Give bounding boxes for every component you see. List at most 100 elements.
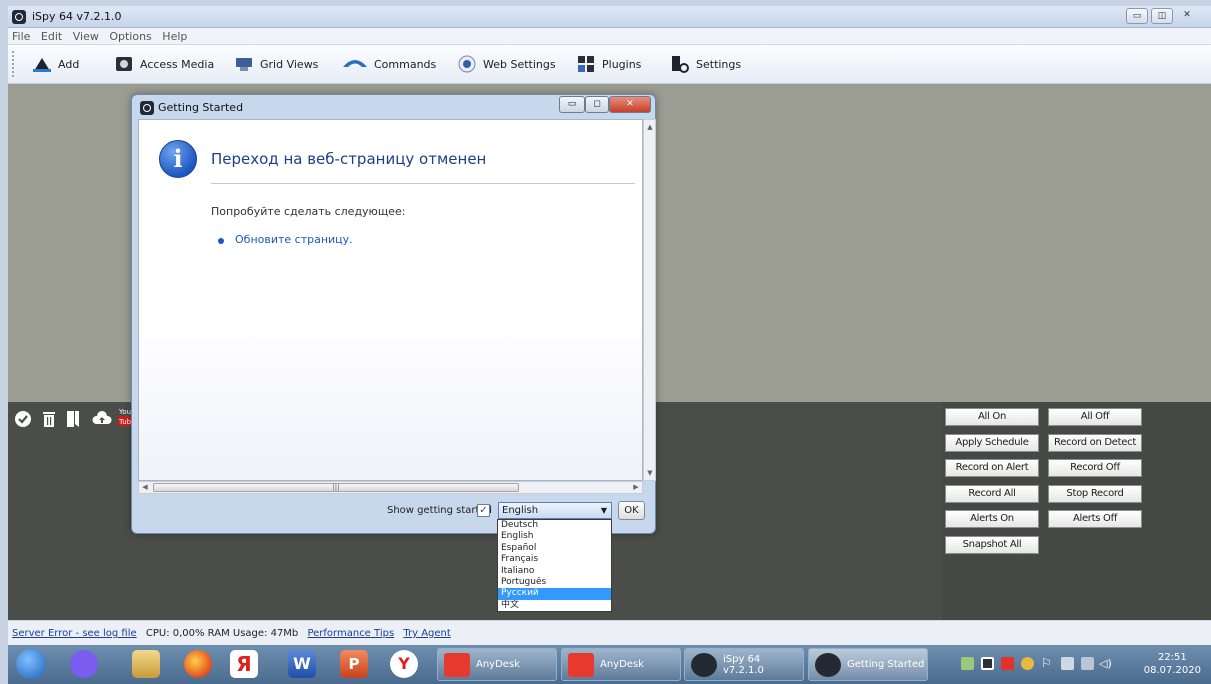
- language-option[interactable]: Français: [498, 554, 611, 565]
- language-option[interactable]: English: [498, 531, 611, 542]
- ispy-dialog-icon: [140, 101, 154, 115]
- toolbar-grid-views-button[interactable]: Grid Views: [234, 53, 318, 75]
- server-error-link[interactable]: Server Error - see log file: [12, 628, 137, 639]
- scroll-up-arrow-icon[interactable]: ▲: [646, 123, 654, 131]
- info-icon: i: [159, 140, 197, 178]
- language-option[interactable]: Español: [498, 543, 611, 554]
- anydesk-icon: [568, 652, 594, 677]
- web-settings-icon: [458, 55, 476, 73]
- language-option[interactable]: Deutsch: [498, 520, 611, 531]
- bookmark-icon[interactable]: [64, 410, 82, 428]
- start-button[interactable]: [16, 649, 46, 679]
- flag-tray-icon[interactable]: ⚐: [1041, 657, 1054, 670]
- toolbar-settings-button[interactable]: Settings: [670, 53, 741, 75]
- menu-view[interactable]: View: [73, 28, 99, 45]
- taskbar-getting-started[interactable]: Getting Started: [808, 648, 928, 681]
- language-option[interactable]: 中文: [498, 600, 611, 611]
- system-tray: ⚐ ◁) 22:51 08.07.2020: [953, 645, 1211, 684]
- yandex-icon[interactable]: Y: [390, 650, 418, 678]
- menu-file[interactable]: File: [12, 28, 30, 45]
- apply-schedule-button[interactable]: Apply Schedule: [945, 434, 1039, 452]
- file-explorer-icon[interactable]: [132, 650, 160, 678]
- all-off-button[interactable]: All Off: [1048, 408, 1142, 426]
- heading-divider: [211, 183, 635, 184]
- try-agent-link[interactable]: Try Agent: [403, 628, 450, 639]
- display-tray-icon[interactable]: [1081, 657, 1094, 670]
- taskbar-anydesk-1[interactable]: AnyDesk: [437, 648, 557, 681]
- volume-tray-icon[interactable]: ◁): [1099, 657, 1112, 670]
- scroll-left-arrow-icon[interactable]: ◀: [140, 483, 150, 492]
- word-icon[interactable]: W: [288, 650, 316, 678]
- toolbar-plugins-button[interactable]: Plugins: [576, 53, 641, 75]
- taskbar-anydesk-1-label: AnyDesk: [476, 659, 520, 670]
- minimize-button[interactable]: ▭: [1126, 8, 1148, 24]
- taskbar-getting-started-label: Getting Started: [847, 659, 925, 670]
- trash-icon[interactable]: [40, 410, 58, 428]
- plugins-icon: [578, 56, 594, 72]
- language-select[interactable]: English ▼: [498, 502, 612, 519]
- clock-date: 08.07.2020: [1143, 665, 1201, 676]
- anydesk-tray-icon[interactable]: [1001, 657, 1014, 670]
- language-option[interactable]: Italiano: [498, 566, 611, 577]
- all-on-button[interactable]: All On: [945, 408, 1039, 426]
- toolbar-access-media-button[interactable]: Access Media: [114, 53, 214, 75]
- check-circle-icon[interactable]: [14, 410, 32, 428]
- restore-button[interactable]: ◫: [1151, 8, 1173, 24]
- language-option[interactable]: Português: [498, 577, 611, 588]
- taskbar-anydesk-2-label: AnyDesk: [600, 659, 644, 670]
- toolbar-web-settings-label: Web Settings: [483, 57, 556, 71]
- record-all-button[interactable]: Record All: [945, 485, 1039, 503]
- toolbar-add-button[interactable]: Add: [32, 53, 79, 75]
- snapshot-all-button[interactable]: Snapshot All: [945, 536, 1039, 554]
- menu-edit[interactable]: Edit: [41, 28, 62, 45]
- toolbar-grip[interactable]: [12, 51, 15, 77]
- scroll-right-arrow-icon[interactable]: ▶: [631, 483, 641, 492]
- taskbar-anydesk-2[interactable]: AnyDesk: [561, 648, 681, 681]
- anydesk-icon: [444, 652, 470, 677]
- dialog-minimize-button[interactable]: ▭: [559, 96, 585, 113]
- performance-tips-link[interactable]: Performance Tips: [307, 628, 394, 639]
- clock[interactable]: 22:51 08.07.2020: [1144, 651, 1201, 677]
- record-on-detect-button[interactable]: Record on Detect: [1048, 434, 1142, 452]
- menu-options[interactable]: Options: [109, 28, 151, 45]
- record-on-alert-button[interactable]: Record on Alert: [945, 459, 1039, 477]
- language-option-highlighted[interactable]: Русский: [498, 588, 611, 600]
- stop-record-button[interactable]: Stop Record: [1048, 485, 1142, 503]
- refresh-page-link[interactable]: Обновите страницу.: [235, 233, 353, 246]
- toolbar-commands-button[interactable]: Commands: [342, 53, 436, 75]
- dialog-maximize-button[interactable]: ◻: [585, 96, 609, 113]
- settings-icon: [672, 56, 689, 73]
- youtube-icon[interactable]: You Tub: [118, 406, 132, 428]
- powerpoint-icon[interactable]: P: [340, 650, 368, 678]
- windows-taskbar: Я W P Y AnyDesk AnyDesk iSpy 64 v7.2.1.0…: [8, 645, 1211, 684]
- getting-started-dialog: Getting Started ▭ ◻ ✕ i Переход на веб-с…: [131, 94, 656, 534]
- menu-help[interactable]: Help: [162, 28, 187, 45]
- update-tray-icon[interactable]: [1021, 657, 1034, 670]
- vertical-scrollbar[interactable]: ▲ ▼: [643, 119, 656, 481]
- scroll-down-arrow-icon[interactable]: ▼: [646, 469, 654, 477]
- horizontal-scroll-thumb[interactable]: |||: [153, 483, 519, 492]
- grid-views-icon: [236, 58, 252, 71]
- firefox-icon[interactable]: [184, 650, 212, 678]
- yandex-browser-icon[interactable]: Я: [230, 650, 258, 678]
- alice-assistant-icon[interactable]: [70, 650, 98, 678]
- status-bar: Server Error - see log file CPU: 0,00% R…: [8, 620, 1211, 645]
- ispy-eye-icon: [691, 652, 717, 677]
- record-off-button[interactable]: Record Off: [1048, 459, 1142, 477]
- alerts-on-button[interactable]: Alerts On: [945, 510, 1039, 528]
- ok-button[interactable]: OK: [618, 501, 645, 520]
- toolbar-settings-label: Settings: [696, 57, 742, 71]
- dialog-close-button[interactable]: ✕: [609, 96, 651, 113]
- alerts-off-button[interactable]: Alerts Off: [1048, 510, 1142, 528]
- close-button[interactable]: ✕: [1176, 8, 1198, 24]
- network-tray-icon[interactable]: [961, 657, 974, 670]
- cloud-upload-icon[interactable]: [92, 410, 112, 428]
- dialog-title: Getting Started: [158, 101, 244, 114]
- device-tray-icon[interactable]: [1061, 657, 1074, 670]
- toolbar-web-settings-button[interactable]: Web Settings: [457, 53, 556, 75]
- horizontal-scrollbar[interactable]: ◀ ||| ▶: [138, 481, 643, 494]
- embedded-browser-view[interactable]: i Переход на веб-страницу отменен Попроб…: [138, 119, 643, 481]
- show-getting-started-checkbox[interactable]: ✓: [477, 504, 490, 517]
- taskbar-ispy[interactable]: iSpy 64 v7.2.1.0: [684, 648, 804, 681]
- ispy-tray-icon[interactable]: [981, 657, 994, 670]
